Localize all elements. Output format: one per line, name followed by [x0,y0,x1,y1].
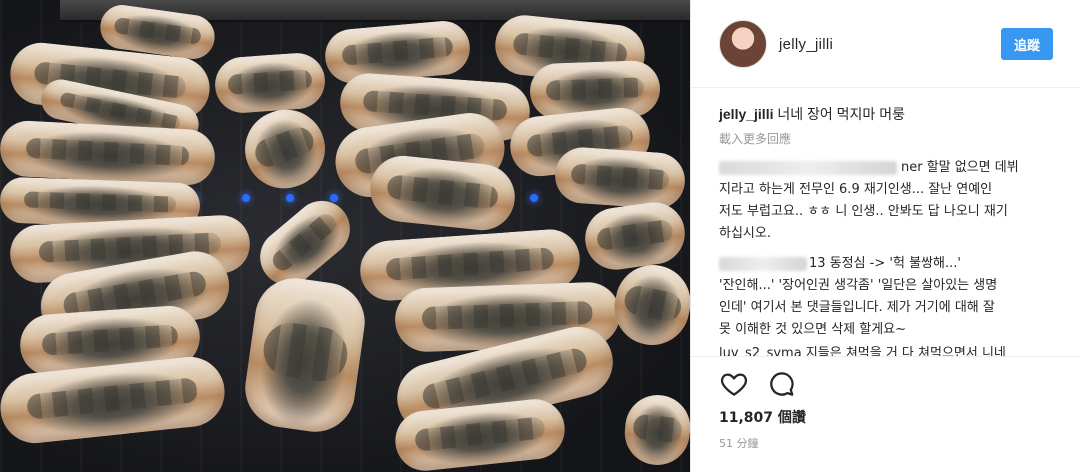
comment-line: '잔인해...' '장어인권 생각좀' '일단은 살아있는 생명 [719,278,998,293]
comment-line: 저도 부럽고요.. ㅎㅎ 니 인생.. 안봐도 답 나오니 재기 [719,204,1008,219]
comments-list: jelly_jilli 너네 장어 먹지마 머룽 載入更多回應 ner 할말 없… [719,104,1063,357]
username-link[interactable]: jelly_jilli [779,36,833,53]
comment-item: 13 동정심 -> '헉 불쌍해...' '잔인해...' '장어인권 생각좀'… [719,253,1063,341]
heart-icon[interactable] [719,369,749,399]
load-more-comments-link[interactable]: 載入更多回應 [719,130,1063,147]
comment-item: ner 할말 없으면 데뷔 지라고 하는게 전무인 6.9 재기인생... 잘난… [719,157,1063,245]
eel-piece [553,145,687,211]
comment-line: ner 할말 없으면 데뷔 [719,157,1063,179]
blurred-username [719,160,897,175]
caption-username[interactable]: jelly_jilli [719,106,773,122]
eel-piece [213,51,327,115]
avatar[interactable] [719,20,767,68]
comment-line: 하십시오. [719,226,771,241]
follow-button[interactable]: 追蹤 [1001,28,1053,60]
caption-text: 너네 장어 먹지마 머룽 [773,106,905,122]
comment-line: 인데' 여기서 본 댓글들입니다. 제가 거기에 대해 잘 [719,300,995,315]
comment-line: 13 동정심 -> '헉 불쌍해...' [719,253,1063,275]
caption: jelly_jilli 너네 장어 먹지마 머룽 [719,104,1063,124]
eel-piece [0,119,217,187]
post-header: jelly_jilli 追蹤 [691,0,1080,88]
comment-icon[interactable] [767,369,797,399]
post-timestamp[interactable]: 51 分鐘 [719,435,759,451]
comment-line: 지라고 하는게 전무인 6.9 재기인생... 잘난 연예인 [719,182,993,197]
post-actions: 11,807 個讚 51 分鐘 [691,356,1080,472]
like-count[interactable]: 11,807 個讚 [719,407,806,427]
comment-line-text: ner 할말 없으면 데뷔 [901,160,1019,175]
blurred-username [719,256,807,271]
post-sidebar: jelly_jilli 追蹤 jelly_jilli 너네 장어 먹지마 머룽 … [690,0,1080,472]
comment-item: luv_s2_syma 지들은 쳐먹을 거 다 쳐먹으면서 니네 [719,343,1063,357]
post-photo[interactable] [0,0,690,472]
comment-line-text: 13 동정심 -> '헉 불쌍해...' [809,256,961,271]
comment-line: 못 이해한 것 있으면 삭제 할게요~ [719,322,907,337]
comment-line: luv_s2_syma 지들은 쳐먹을 거 다 쳐먹으면서 니네 [719,346,1006,357]
